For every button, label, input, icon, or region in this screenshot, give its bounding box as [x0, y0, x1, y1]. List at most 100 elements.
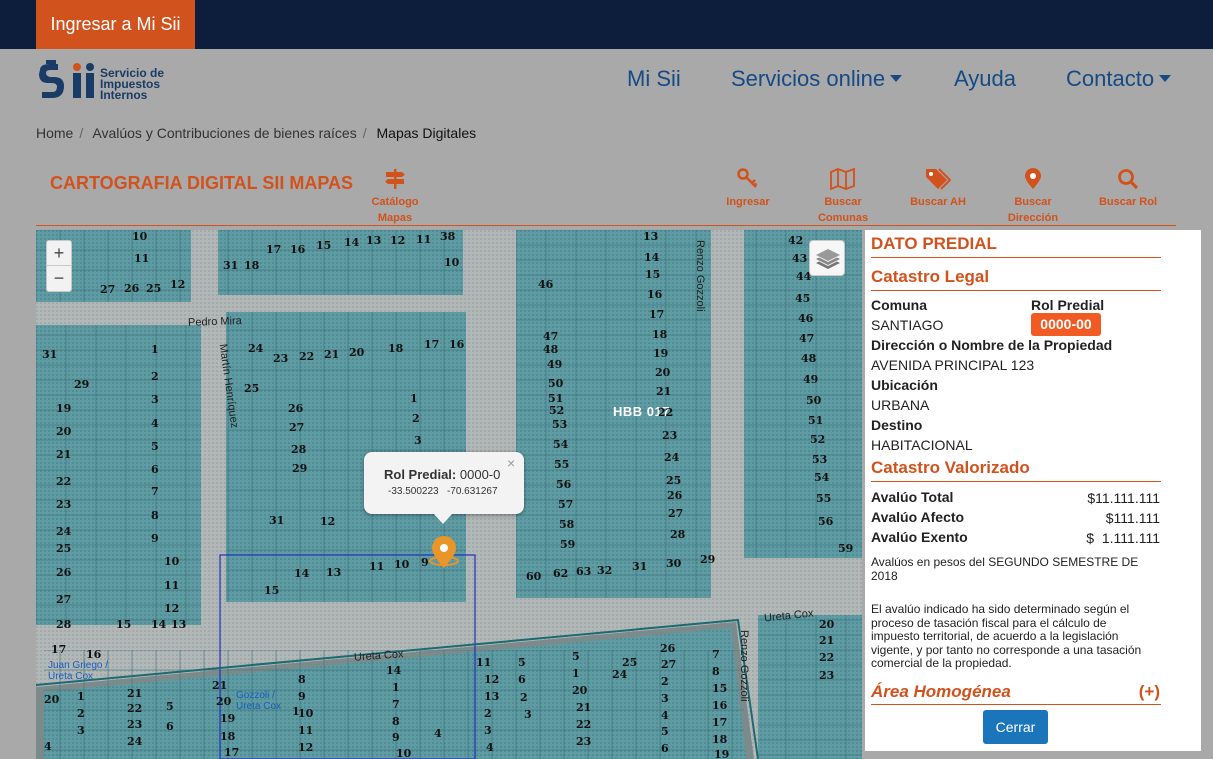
area-homogenea-expand[interactable]: (+) — [1139, 682, 1160, 702]
zoom-in-button[interactable]: + — [47, 241, 71, 266]
chevron-down-icon — [1159, 74, 1172, 82]
lot-number: 49 — [803, 373, 819, 386]
lot-number: 42 — [788, 234, 804, 247]
lot-number: 1 — [572, 667, 580, 680]
lot-number: 49 — [547, 358, 563, 371]
lot-number: 14 — [151, 618, 167, 631]
lot-number: 23 — [819, 669, 835, 682]
breadcrumb-current: Mapas Digitales — [376, 125, 477, 141]
lot-number: 29 — [292, 462, 308, 475]
lot-number: 31 — [632, 560, 648, 573]
chevron-down-icon — [890, 74, 903, 82]
lot-number: 7 — [392, 698, 400, 711]
lot-number: 17 — [649, 308, 665, 321]
lot-number: 11 — [134, 252, 150, 265]
lot-number: 53 — [812, 453, 828, 466]
signpost-icon — [385, 169, 405, 189]
divider — [871, 257, 1161, 258]
lot-number: 22 — [576, 718, 592, 731]
lot-number: 11 — [164, 579, 180, 592]
street-label: Renzo Gozzoli — [694, 240, 706, 312]
lot-number: 18 — [388, 342, 404, 355]
breadcrumb-avaluos[interactable]: Avalúos y Contribuciones de bienes raíce… — [92, 125, 356, 141]
lot-number: 25 — [622, 656, 638, 669]
rol-predial-label: Rol Predial — [1031, 297, 1105, 313]
lot-number: 45 — [795, 292, 811, 305]
lot-number: 26 — [124, 282, 140, 295]
nav-mi-sii[interactable]: Mi Sii — [627, 66, 681, 92]
popup-close-icon[interactable]: × — [507, 455, 515, 471]
catalogo-mapas-button[interactable]: Catálogo Mapas — [368, 168, 422, 226]
lot-number: 54 — [553, 438, 569, 451]
avaluo-afecto-label: Avalúo Afecto — [871, 509, 965, 525]
lot-number: 27 — [289, 421, 305, 434]
avaluo-total-label: Avalúo Total — [871, 489, 954, 505]
lot-number: 26 — [660, 642, 676, 655]
lot-number: 24 — [127, 735, 143, 748]
lot-number: 62 — [553, 567, 569, 580]
lot-number: 19 — [56, 402, 72, 415]
map-canvas[interactable]: Pedro Mira Martín Henríquez Ureta Cox Ur… — [36, 230, 862, 759]
layers-icon — [816, 249, 840, 269]
lot-number: 20 — [655, 366, 671, 379]
lot-number: 4 — [486, 741, 494, 754]
lot-number: 5 — [572, 650, 580, 663]
lot-number: 5 — [166, 700, 174, 713]
breadcrumb-home[interactable]: Home — [36, 125, 73, 141]
lot-number: 11 — [298, 724, 314, 737]
top-bar: Ingresar a Mi Sii — [0, 0, 1213, 49]
lot-number: 2 — [484, 707, 492, 720]
lot-number: 27 — [56, 593, 72, 606]
lot-number: 63 — [576, 565, 592, 578]
bus-stop-label: Juan Griego / Ureta Cox — [48, 660, 109, 682]
lot-number: 10 — [298, 707, 314, 720]
lot-number: 1 — [77, 690, 85, 703]
lot-number: 57 — [558, 498, 574, 511]
lot-number: 10 — [394, 558, 410, 571]
lot-number: 24 — [248, 342, 264, 355]
destino-label: Destino — [871, 417, 923, 433]
lot-number: 24 — [56, 525, 72, 538]
buscar-ah-button[interactable]: Buscar AH — [908, 168, 968, 210]
layers-button[interactable] — [809, 240, 845, 276]
zoom-control: + − — [46, 240, 72, 292]
destino-value: HABITACIONAL — [871, 437, 973, 453]
lot-number: 60 — [526, 570, 542, 583]
buscar-direccion-button[interactable]: Buscar Dirección — [1005, 168, 1061, 226]
lot-number: 7 — [712, 648, 720, 661]
ingresar-tool-button[interactable]: Ingresar — [724, 168, 772, 210]
lot-number: 15 — [316, 239, 332, 252]
lot-number: 51 — [808, 414, 824, 427]
lot-number: 17 — [712, 716, 728, 729]
lot-number: 13 — [484, 690, 500, 703]
buscar-rol-button[interactable]: Buscar Rol — [1097, 168, 1159, 210]
lot-number: 21 — [56, 448, 72, 461]
lot-number: 10 — [164, 555, 180, 568]
login-mi-sii-button[interactable]: Ingresar a Mi Sii — [36, 0, 195, 49]
comuna-label: Comuna — [871, 297, 927, 313]
nav-contacto[interactable]: Contacto — [1066, 66, 1172, 92]
lot-number: 20 — [349, 346, 365, 359]
map-icon — [830, 168, 855, 190]
lot-number: 2 — [520, 691, 528, 704]
comuna-value: SANTIAGO — [871, 317, 944, 333]
popup-label: Rol Predial: 0000-0 — [384, 467, 501, 482]
nav-ayuda[interactable]: Ayuda — [954, 66, 1016, 92]
lot-number: 18 — [220, 730, 236, 743]
lot-number: 2 — [77, 707, 85, 720]
lot-number: 12 — [320, 515, 336, 528]
lot-number: 8 — [712, 665, 720, 678]
nav-servicios-online[interactable]: Servicios online — [731, 66, 903, 92]
avaluo-exento-label: Avalúo Exento — [871, 529, 968, 545]
lot-number: 58 — [559, 518, 575, 531]
buscar-comunas-button[interactable]: Buscar Comunas — [815, 168, 871, 226]
lot-number: 26 — [667, 489, 683, 502]
lot-number: 10 — [444, 256, 460, 269]
cerrar-button[interactable]: Cerrar — [983, 710, 1048, 744]
lot-number: 22 — [299, 350, 315, 363]
lot-number: 16 — [712, 699, 728, 712]
lot-number: 22 — [56, 475, 72, 488]
zoom-out-button[interactable]: − — [47, 266, 71, 291]
lot-number: 23 — [127, 718, 143, 731]
area-homogenea-heading[interactable]: Área Homogénea — [871, 682, 1011, 702]
